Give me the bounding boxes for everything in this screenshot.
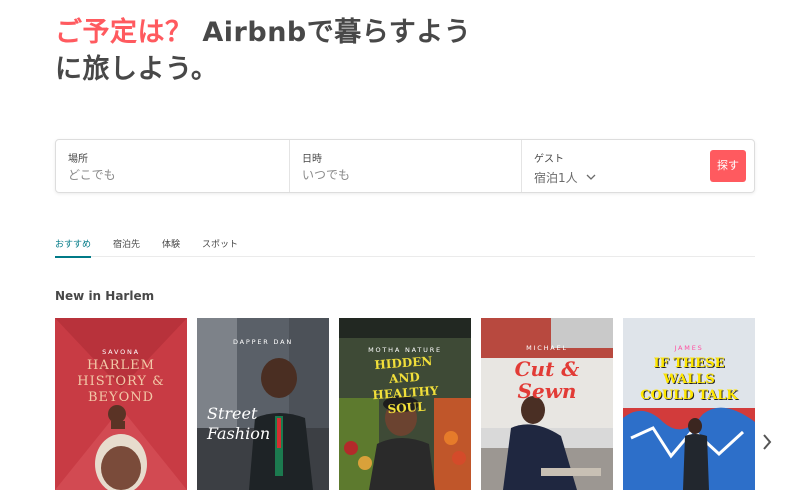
category-tabs: おすすめ 宿泊先 体験 スポット — [55, 233, 755, 258]
card-title: Cut & Sewn — [514, 357, 580, 403]
search-button[interactable]: 探す — [710, 150, 746, 182]
card-title: HIDDEN AND HEALTHY SOUL — [372, 354, 439, 417]
when-field[interactable]: 日時 — [290, 140, 522, 192]
where-input[interactable] — [68, 168, 248, 182]
tab-experiences[interactable]: 体験 — [162, 233, 180, 257]
tab-stays[interactable]: 宿泊先 — [113, 233, 140, 257]
experience-carousel: SAVONA HARLEM HISTORY & BEYOND DAPPER DA… — [55, 318, 755, 490]
experience-card-dapper-dan[interactable]: DAPPER DAN Street Fashion — [197, 318, 329, 490]
experience-card-michael[interactable]: MICHAEL Cut & Sewn — [481, 318, 613, 490]
hero-accent: ご予定は？ — [55, 17, 193, 48]
section-title: New in Harlem — [55, 289, 155, 303]
card-caption: MICHAEL — [526, 344, 568, 352]
card-title: IF THESE WALLS COULD TALK — [640, 356, 738, 403]
where-field[interactable]: 場所 — [56, 140, 290, 192]
where-label: 場所 — [68, 154, 88, 165]
card-caption: DAPPER DAN — [232, 338, 294, 346]
guests-select[interactable]: 宿泊1人 — [534, 169, 596, 186]
card-title: Street Fashion — [207, 404, 271, 443]
card-caption: SAVONA — [102, 348, 140, 356]
chevron-down-icon — [586, 174, 596, 180]
experience-card-motha-nature[interactable]: MOTHA NATURE HIDDEN AND HEALTHY SOUL — [339, 318, 471, 490]
hero-heading: ご予定は？ Airbnbで暮らすように旅しよう。 — [55, 14, 475, 88]
chevron-right-icon[interactable] — [760, 432, 774, 452]
card-title: HARLEM HISTORY & BEYOND — [77, 358, 165, 405]
tab-places[interactable]: スポット — [202, 233, 238, 257]
guests-field[interactable]: ゲスト 宿泊1人 探す — [522, 140, 754, 192]
guests-value: 宿泊1人 — [534, 171, 578, 185]
experience-card-savona[interactable]: SAVONA HARLEM HISTORY & BEYOND — [55, 318, 187, 490]
search-bar: 場所 日時 ゲスト 宿泊1人 探す — [55, 139, 755, 193]
tab-recommended[interactable]: おすすめ — [55, 233, 92, 258]
card-caption: JAMES — [674, 344, 704, 352]
when-input[interactable] — [302, 168, 482, 182]
when-label: 日時 — [302, 154, 322, 165]
experience-card-james[interactable]: JAMES IF THESE WALLS COULD TALK — [623, 318, 755, 490]
